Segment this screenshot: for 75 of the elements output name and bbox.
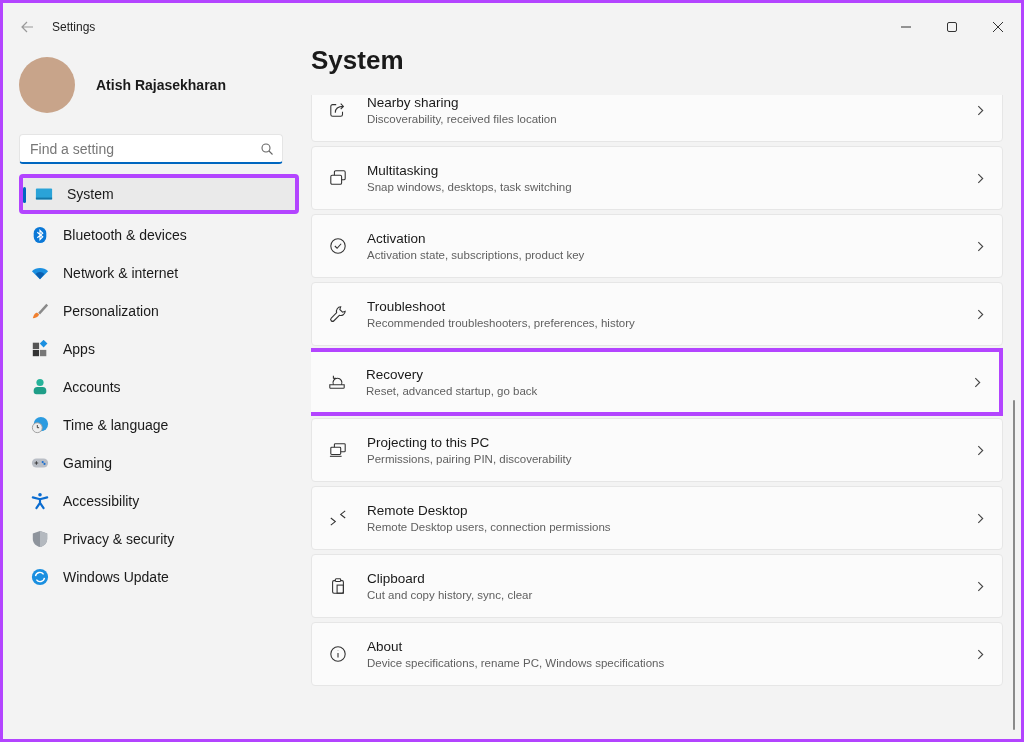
sidebar-item[interactable]: Network & internet — [19, 256, 285, 290]
card-description: Device specifications, rename PC, Windows specifications — [367, 655, 665, 671]
category-icon — [31, 530, 49, 548]
settings-card[interactable]: Nearby sharing Discoverability, received files location — [311, 95, 1003, 142]
screens-icon — [329, 441, 347, 459]
clipboard-icon — [329, 577, 347, 595]
settings-card[interactable]: Troubleshoot Recommended troubleshooters, preferences, history — [311, 282, 1003, 346]
chevron-right-icon — [977, 648, 984, 660]
window-title: Settings — [52, 19, 96, 36]
search-icon — [261, 143, 273, 155]
chevron-right-icon — [977, 512, 984, 524]
card-description: Permissions, pairing PIN, discoverability — [367, 451, 572, 467]
card-description: Cut and copy history, sync, clear — [367, 587, 533, 603]
settings-card[interactable]: Activation Activation state, subscriptions, product key — [311, 214, 1003, 278]
sidebar-item[interactable]: Gaming — [19, 446, 285, 480]
settings-card[interactable]: About Device specifications, rename PC, Windows specifications — [311, 622, 1003, 686]
category-icon — [31, 568, 49, 586]
scrollbar[interactable] — [1013, 400, 1015, 730]
category-icon — [31, 378, 49, 396]
wrench-icon — [329, 305, 347, 323]
sidebar-item[interactable]: Apps — [19, 332, 285, 366]
chevron-right-icon — [977, 308, 984, 320]
maximize-icon — [947, 22, 957, 32]
page-title: System — [311, 44, 405, 77]
avatar — [19, 57, 75, 113]
chevron-right-icon — [977, 104, 984, 116]
card-title: Recovery — [366, 365, 425, 383]
sidebar-item[interactable]: Personalization — [19, 294, 285, 328]
sidebar-item[interactable]: Accounts — [19, 370, 285, 404]
card-description: Reset, advanced startup, go back — [366, 383, 538, 399]
card-description: Discoverability, received files location — [367, 111, 557, 127]
chevron-right-icon — [977, 444, 984, 456]
sidebar-item[interactable]: System — [19, 174, 299, 214]
recovery-icon — [328, 373, 346, 391]
settings-card[interactable]: Clipboard Cut and copy history, sync, clear — [311, 554, 1003, 618]
check-circle-icon — [329, 237, 347, 255]
card-title: Activation — [367, 229, 427, 247]
selection-indicator — [23, 187, 26, 203]
sidebar-item[interactable]: Privacy & security — [19, 522, 285, 556]
category-icon — [31, 226, 49, 244]
back-arrow-icon[interactable] — [20, 20, 34, 34]
settings-card[interactable]: Remote Desktop Remote Desktop users, connection permissions — [311, 486, 1003, 550]
card-description: Remote Desktop users, connection permissions — [367, 519, 611, 535]
info-icon — [329, 645, 347, 663]
settings-card[interactable]: Recovery Reset, advanced startup, go back — [311, 348, 1003, 416]
chevron-right-icon — [977, 580, 984, 592]
sidebar-item[interactable]: Accessibility — [19, 484, 285, 518]
sidebar-item[interactable]: Bluetooth & devices — [19, 218, 285, 252]
card-title: Nearby sharing — [367, 95, 460, 111]
card-title: Multitasking — [367, 161, 440, 179]
card-title: Projecting to this PC — [367, 433, 491, 451]
card-title: Clipboard — [367, 569, 426, 587]
remote-desktop-icon — [329, 509, 347, 527]
share-icon — [329, 101, 347, 119]
card-description: Snap windows, desktops, task switching — [367, 179, 572, 195]
settings-card[interactable]: Multitasking Snap windows, desktops, task switching — [311, 146, 1003, 210]
category-icon — [31, 492, 49, 510]
windows-icon — [329, 169, 347, 187]
user-name: Atish Rajasekharan — [96, 75, 226, 95]
card-description: Activation state, subscriptions, product key — [367, 247, 585, 263]
chevron-right-icon — [977, 240, 984, 252]
search-field[interactable]: Find a setting — [19, 134, 283, 164]
card-title: Remote Desktop — [367, 501, 469, 519]
category-icon — [31, 416, 49, 434]
card-title: About — [367, 637, 404, 655]
sidebar-item[interactable]: Time & language — [19, 408, 285, 442]
close-icon — [993, 22, 1003, 32]
category-icon — [31, 302, 49, 320]
sidebar-item[interactable]: Windows Update — [19, 560, 285, 594]
settings-card[interactable]: Projecting to this PC Permissions, pairing PIN, discoverability — [311, 418, 1003, 482]
chevron-right-icon — [974, 376, 981, 388]
chevron-right-icon — [977, 172, 984, 184]
card-description: Recommended troubleshooters, preferences, history — [367, 315, 635, 331]
category-icon — [31, 340, 49, 358]
card-title: Troubleshoot — [367, 297, 447, 315]
